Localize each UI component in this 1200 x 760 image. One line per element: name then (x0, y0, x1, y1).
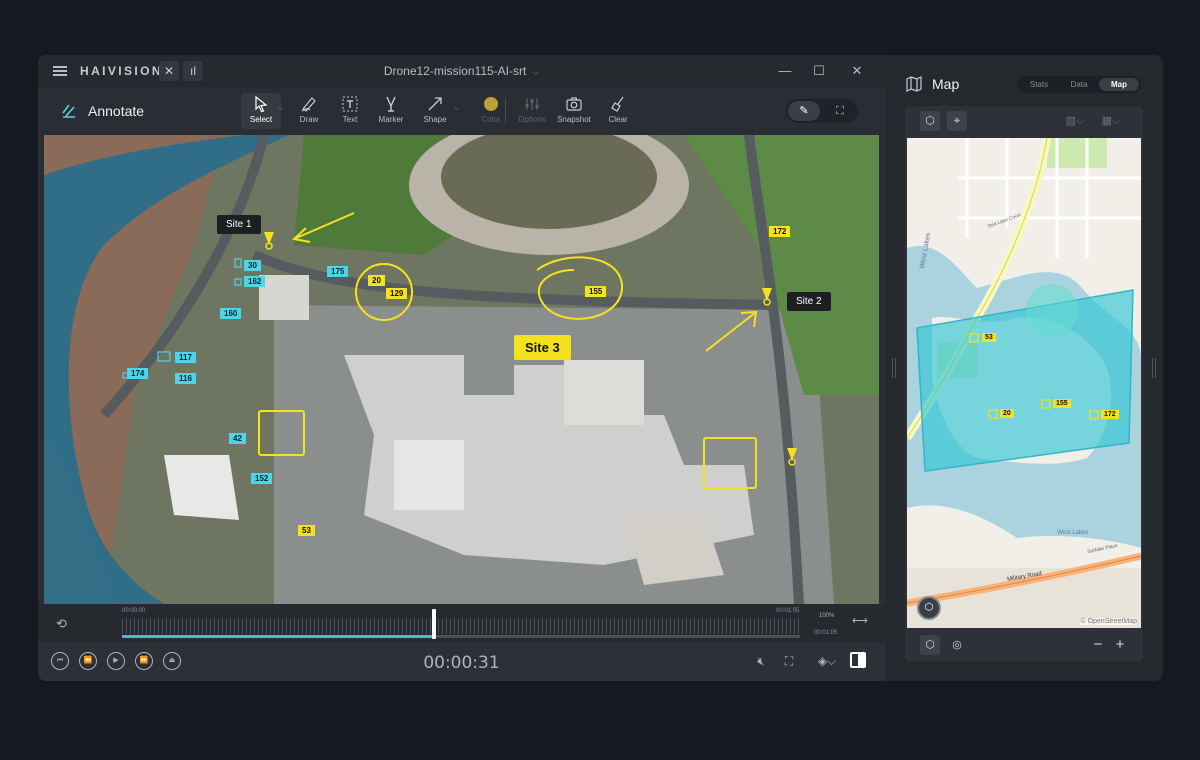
detect-mode-button[interactable]: ⛶ (824, 101, 856, 121)
sliders-icon (525, 98, 539, 110)
object-tag-155[interactable]: 155 (585, 286, 607, 297)
panel-toggle-icon[interactable] (850, 652, 866, 668)
map-tag-20[interactable]: 20 (1000, 409, 1014, 418)
options-tool[interactable]: Options (512, 93, 552, 129)
annotate-toolbar: Annotate Select ⌵ Draw Text Marker Shape… (38, 87, 885, 135)
snapshot-tool[interactable]: Snapshot (554, 93, 594, 129)
object-tag-174[interactable]: 174 (127, 368, 149, 379)
site-3-label[interactable]: Site 3 (514, 335, 571, 360)
map-style-icon[interactable]: ▦⌵ (1101, 111, 1121, 131)
annotate-mode-button[interactable]: ✎ (788, 101, 820, 121)
pen-icon (301, 97, 316, 112)
shape-tool[interactable]: Shape (415, 93, 455, 129)
annotate-label: Annotate (88, 103, 145, 119)
object-tag-117[interactable]: 117 (175, 352, 196, 363)
map-attribution[interactable]: © OpenStreetMap (1080, 618, 1137, 625)
panel-tabs: Stats Data Map (1017, 76, 1141, 93)
marker-tool[interactable]: Marker (371, 93, 411, 129)
loop-icon[interactable]: ⟲ (56, 616, 67, 632)
playback-controls: ⏮ ⏪ ▶ ⏩ ⏏ 00:00:31 🔇︎ ⛶ ◈⌵ (38, 642, 885, 681)
drone-location-icon[interactable]: ⬡ (917, 596, 941, 620)
locate-icon[interactable]: ◎ (947, 635, 967, 655)
broom-icon (611, 96, 624, 112)
window-title[interactable]: Drone12-mission115-AI-srt ⌵ (38, 64, 885, 78)
focus-icon[interactable]: ⌖ (947, 111, 967, 131)
aerial-image (44, 135, 879, 604)
draw-tool[interactable]: Draw (289, 93, 329, 129)
street-map[interactable]: 53 20 155 172 West Lakes Sea Lake Court … (907, 138, 1141, 628)
view-mode-toggle: ✎ ⛶ (786, 99, 858, 123)
zoom-level[interactable]: 100% (819, 613, 834, 619)
map-bottom-bar: ⬡ ◎ − + (905, 628, 1143, 662)
object-tag-53[interactable]: 53 (298, 525, 315, 536)
tab-stats[interactable]: Stats (1019, 78, 1059, 91)
map-panel: Map Stats Data Map ⬡ ⌖ ▨⌵ ▦⌵ 53 20 155 1… (885, 55, 1163, 681)
cursor-icon (255, 95, 268, 113)
select-dropdown-caret[interactable]: ⌵ (278, 105, 283, 113)
timeline-start-label: 00:00:00 (122, 608, 146, 614)
site-1-label[interactable]: Site 1 (217, 215, 261, 234)
object-tag-160[interactable]: 160 (220, 308, 242, 319)
panel-resize-handle[interactable] (892, 358, 896, 378)
object-tag-42[interactable]: 42 (229, 433, 246, 444)
timeline-duration-label: 00:01:05 (814, 630, 838, 636)
object-tag-20[interactable]: 20 (368, 275, 385, 286)
object-tag-175[interactable]: 175 (327, 266, 349, 277)
map-label-west-lakes-2: West Lakes (1057, 530, 1089, 536)
title-bar: HAIVISION ✕ ıl Drone12-mission115-AI-srt… (38, 55, 885, 87)
shape-dropdown-caret[interactable]: ⌵ (454, 105, 459, 113)
map-card: ⬡ ⌖ ▨⌵ ▦⌵ 53 20 155 172 West Lakes Sea L… (905, 106, 1143, 662)
timeline-scrubber: ⟲ 00:00:00 00:01:05 100% 00:01:05 ⟷ (38, 604, 885, 642)
map-tag-172[interactable]: 172 (1101, 410, 1119, 419)
fit-width-icon[interactable]: ⟷ (852, 614, 868, 627)
timeline-progress (122, 635, 434, 638)
drone-follow-icon[interactable]: ⬡ (920, 635, 940, 655)
text-icon (342, 96, 358, 112)
camera-icon (566, 97, 582, 111)
map-tag-53[interactable]: 53 (982, 333, 996, 342)
timeline-playhead[interactable] (431, 609, 436, 639)
object-tag-30[interactable]: 30 (244, 260, 261, 271)
color-tool[interactable]: Color (471, 93, 511, 129)
layer-toggle-icon[interactable]: ▨⌵ (1065, 111, 1085, 131)
clear-tool[interactable]: Clear (598, 93, 638, 129)
zoom-out-button[interactable]: − (1088, 635, 1108, 655)
panel-resize-handle-right[interactable] (1152, 358, 1156, 378)
object-tag-172[interactable]: 172 (769, 226, 791, 237)
site-2-label[interactable]: Site 2 (787, 292, 831, 311)
video-window: HAIVISION ✕ ıl Drone12-mission115-AI-srt… (38, 55, 885, 681)
arrow-shape-icon (428, 97, 442, 111)
mute-icon[interactable]: 🔇︎ (751, 652, 771, 670)
minimize-icon[interactable]: — (774, 61, 796, 81)
object-tag-152[interactable]: 152 (251, 473, 273, 484)
layers-icon[interactable]: ◈⌵ (814, 652, 840, 670)
marker-icon (386, 96, 396, 112)
drone-view-icon[interactable]: ⬡ (920, 111, 940, 131)
object-tag-129[interactable]: 129 (386, 288, 408, 299)
map-icon (906, 76, 922, 92)
map-toolbar: ⬡ ⌖ ▨⌵ ▦⌵ (905, 106, 1143, 136)
select-tool[interactable]: Select (241, 93, 281, 129)
map-tiles (907, 138, 1141, 628)
map-tag-155[interactable]: 155 (1053, 399, 1071, 408)
close-icon[interactable]: ✕ (846, 61, 868, 81)
object-tag-116[interactable]: 116 (175, 373, 196, 384)
zoom-in-button[interactable]: + (1110, 635, 1130, 655)
tab-map[interactable]: Map (1099, 78, 1139, 91)
fullscreen-icon[interactable]: ⛶ (779, 652, 799, 670)
color-swatch-icon (484, 97, 498, 111)
object-tag-162[interactable]: 162 (244, 276, 266, 287)
annotate-icon (62, 104, 75, 118)
text-tool[interactable]: Text (330, 93, 370, 129)
drone-video-feed[interactable]: Site 1 Site 2 Site 3 172 20 129 155 53 1… (44, 135, 879, 604)
timeline-ticks (122, 618, 800, 634)
panel-title: Map (932, 76, 960, 92)
tab-data[interactable]: Data (1059, 78, 1099, 91)
maximize-icon[interactable]: ☐ (808, 61, 830, 81)
timeline-end-label: 00:01:05 (776, 608, 800, 614)
